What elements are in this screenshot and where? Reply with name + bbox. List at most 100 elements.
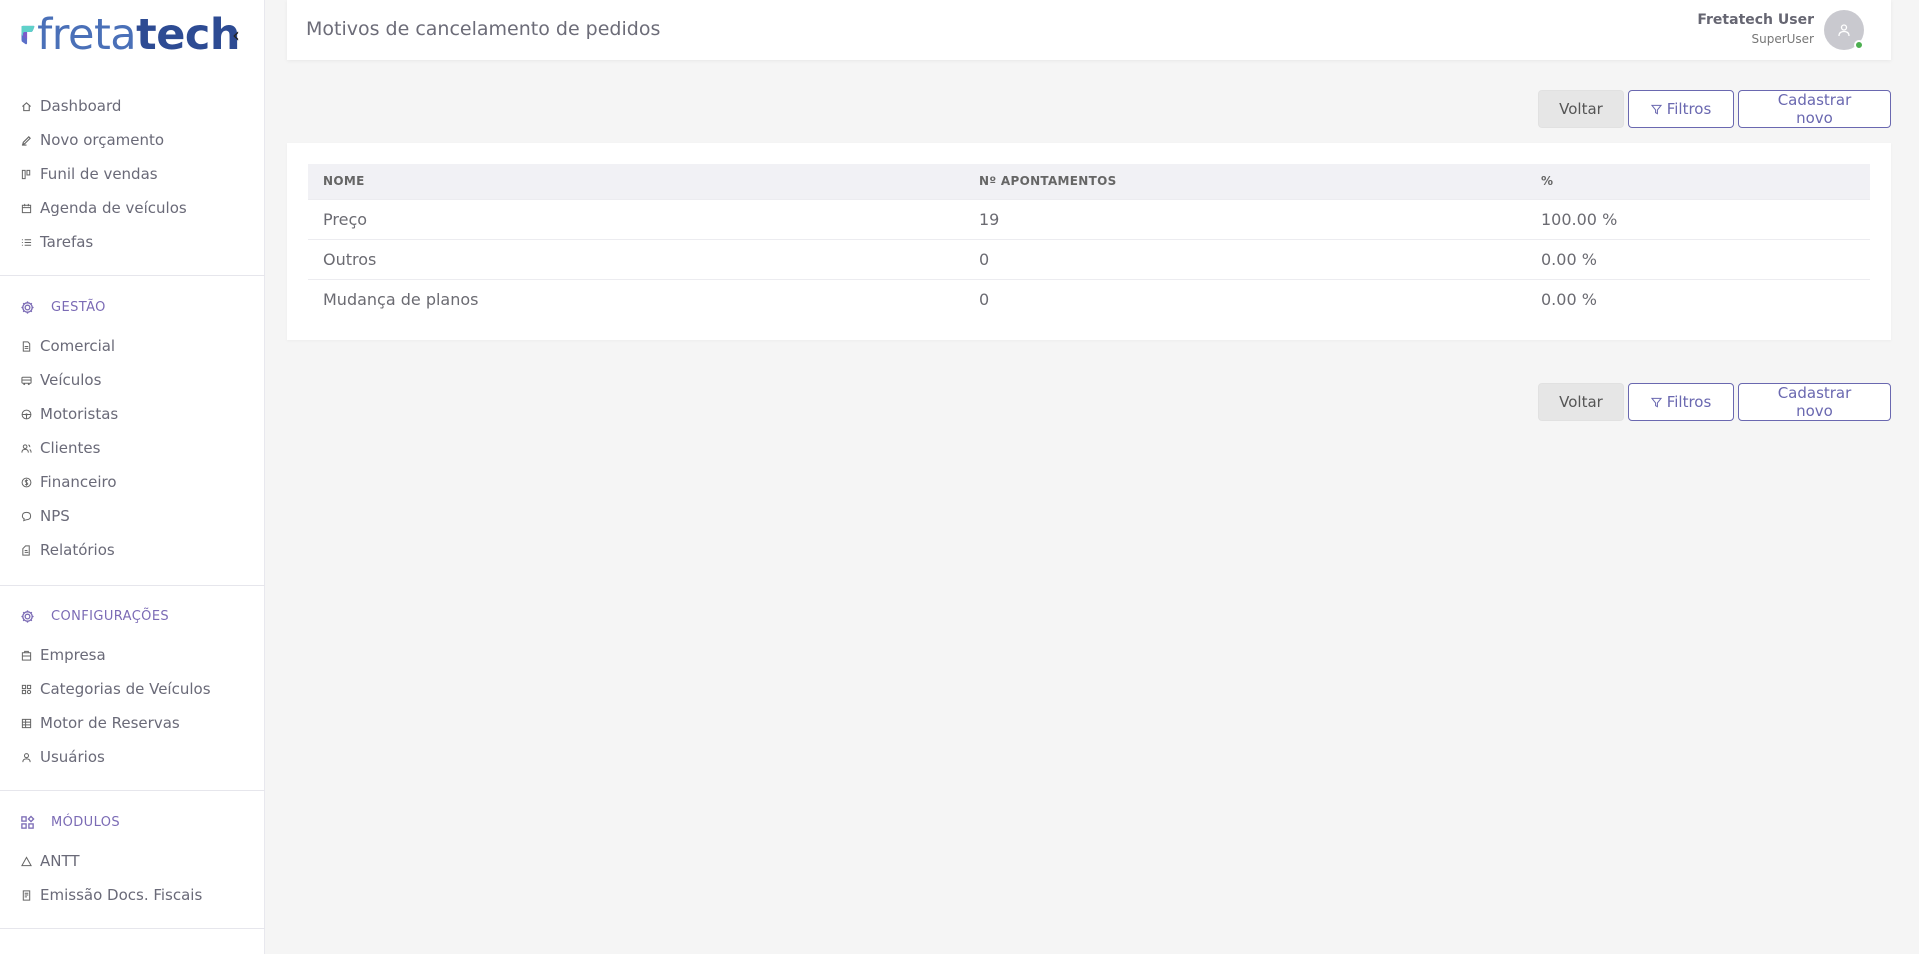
page-title: Motivos de cancelamento de pedidos — [306, 18, 661, 40]
chat-icon — [20, 510, 32, 522]
cancellation-reasons-table: NOME Nº APONTAMENTOS % Preço 19 100.00 %… — [308, 164, 1870, 319]
cell-nome: Outros — [308, 238, 964, 279]
sidebar-item-label: Motor de Reservas — [40, 714, 180, 732]
edit-icon — [20, 134, 32, 146]
filters-button-label: Filtros — [1666, 100, 1712, 118]
sidebar-item-usuarios[interactable]: Usuários — [0, 740, 265, 774]
nav-modulos: ANTT Emissão Docs. Fiscais — [0, 844, 265, 912]
section-title-gestao: GESTÃO — [20, 297, 106, 317]
sidebar-divider — [0, 275, 265, 276]
filter-icon — [1650, 104, 1662, 114]
sidebar-item-antt[interactable]: ANTT — [0, 844, 265, 878]
section-title-modulos: MÓDULOS — [20, 812, 120, 832]
top-actions: Voltar Filtros Cadastrar novo — [1538, 90, 1891, 128]
sidebar-item-nps[interactable]: NPS — [0, 499, 265, 533]
bottom-actions: Voltar Filtros Cadastrar novo — [1538, 383, 1891, 421]
fretatech-logo-mark-icon — [21, 25, 35, 45]
gear-icon — [20, 300, 35, 315]
avatar[interactable] — [1824, 10, 1864, 50]
sidebar-item-clientes[interactable]: Clientes — [0, 431, 265, 465]
cell-percent: 0.00 % — [1526, 238, 1870, 279]
home-icon — [20, 100, 32, 112]
section-title-label: CONFIGURAÇÕES — [51, 608, 170, 624]
sidebar-item-label: Categorias de Veículos — [40, 680, 211, 698]
filter-icon — [1650, 397, 1662, 407]
sidebar-item-emissao-docs-fiscais[interactable]: Emissão Docs. Fiscais — [0, 878, 265, 912]
sidebar-item-veiculos[interactable]: Veículos — [0, 363, 265, 397]
nav-main: Dashboard Novo orçamento Funil de vendas… — [0, 89, 265, 259]
back-button[interactable]: Voltar — [1538, 383, 1624, 421]
sidebar-item-empresa[interactable]: Empresa — [0, 638, 265, 672]
table-icon — [20, 717, 32, 729]
sidebar-item-label: Dashboard — [40, 97, 122, 115]
document-icon — [20, 340, 32, 352]
sidebar-item-novo-orcamento[interactable]: Novo orçamento — [0, 123, 265, 157]
create-new-button[interactable]: Cadastrar novo — [1738, 383, 1891, 421]
cell-apontamentos: 0 — [964, 238, 1526, 279]
column-header-nome[interactable]: NOME — [308, 164, 964, 199]
sidebar-item-label: Novo orçamento — [40, 131, 165, 149]
back-button[interactable]: Voltar — [1538, 90, 1624, 128]
column-header-apontamentos[interactable]: Nº APONTAMENTOS — [964, 164, 1526, 199]
cell-percent: 100.00 % — [1526, 198, 1870, 239]
section-title-configuracoes: CONFIGURAÇÕES — [20, 606, 169, 626]
filters-button[interactable]: Filtros — [1628, 383, 1734, 421]
sidebar-item-financeiro[interactable]: Financeiro — [0, 465, 265, 499]
sidebar-item-label: Veículos — [40, 371, 102, 389]
logo-wordmark: fretatech — [37, 10, 240, 60]
filters-button-label: Filtros — [1666, 393, 1712, 411]
nav-configuracoes: Empresa Categorias de Veículos Motor de … — [0, 638, 265, 774]
user-icon — [20, 751, 32, 763]
sidebar-item-label: NPS — [40, 507, 70, 525]
section-title-label: MÓDULOS — [51, 814, 121, 830]
sidebar-item-tarefas[interactable]: Tarefas — [0, 225, 265, 259]
sidebar-item-motoristas[interactable]: Motoristas — [0, 397, 265, 431]
sidebar-item-label: Emissão Docs. Fiscais — [40, 886, 203, 904]
fretatech-logo[interactable]: fretatech — [20, 12, 240, 58]
sidebar-item-label: Motoristas — [40, 405, 119, 423]
sidebar-item-label: Clientes — [40, 439, 101, 457]
sidebar-item-label: Relatórios — [40, 541, 115, 559]
table-row[interactable]: Mudança de planos 0 0.00 % — [308, 278, 1870, 319]
sidebar-item-motor-de-reservas[interactable]: Motor de Reservas — [0, 706, 265, 740]
user-role: SuperUser — [1751, 32, 1814, 46]
report-icon — [20, 544, 32, 556]
steering-wheel-icon — [20, 408, 32, 420]
sidebar-item-label: Comercial — [40, 337, 116, 355]
sidebar-divider — [0, 928, 265, 929]
sidebar-item-label: ANTT — [40, 852, 80, 870]
sidebar-item-agenda-de-veiculos[interactable]: Agenda de veículos — [0, 191, 265, 225]
sidebar-item-label: Usuários — [40, 748, 105, 766]
sidebar-item-categorias-de-veiculos[interactable]: Categorias de Veículos — [0, 672, 265, 706]
top-bar: Motivos de cancelamento de pedidos Freta… — [287, 0, 1891, 60]
triangle-icon — [20, 855, 32, 867]
category-icon — [20, 683, 32, 695]
sidebar-divider — [0, 585, 265, 586]
chevron-left-icon[interactable]: ‹ — [232, 24, 240, 46]
column-header-percent[interactable]: % — [1526, 164, 1870, 199]
sidebar-item-label: Funil de vendas — [40, 165, 158, 183]
create-new-button[interactable]: Cadastrar novo — [1738, 90, 1891, 128]
filters-button[interactable]: Filtros — [1628, 90, 1734, 128]
table-row[interactable]: Outros 0 0.00 % — [308, 238, 1870, 279]
sidebar-item-comercial[interactable]: Comercial — [0, 329, 265, 363]
cell-apontamentos: 19 — [964, 198, 1526, 239]
sidebar-item-relatorios[interactable]: Relatórios — [0, 533, 265, 567]
bus-icon — [20, 374, 32, 386]
sidebar-item-funil-de-vendas[interactable]: Funil de vendas — [0, 157, 265, 191]
cell-nome: Mudança de planos — [308, 278, 964, 319]
user-name[interactable]: Fretatech User — [1697, 12, 1814, 28]
dollar-icon — [20, 476, 32, 488]
sidebar-item-dashboard[interactable]: Dashboard — [0, 89, 265, 123]
receipt-icon — [20, 889, 32, 901]
users-icon — [20, 442, 32, 454]
user-avatar-icon — [1838, 24, 1850, 37]
table-row[interactable]: Preço 19 100.00 % — [308, 198, 1870, 239]
sidebar-item-label: Empresa — [40, 646, 106, 664]
modules-icon — [20, 814, 35, 830]
calendar-icon — [20, 202, 32, 214]
online-status-indicator — [1854, 40, 1864, 50]
sidebar-item-label: Tarefas — [40, 233, 94, 251]
cell-apontamentos: 0 — [964, 278, 1526, 319]
sidebar-divider — [0, 790, 265, 791]
